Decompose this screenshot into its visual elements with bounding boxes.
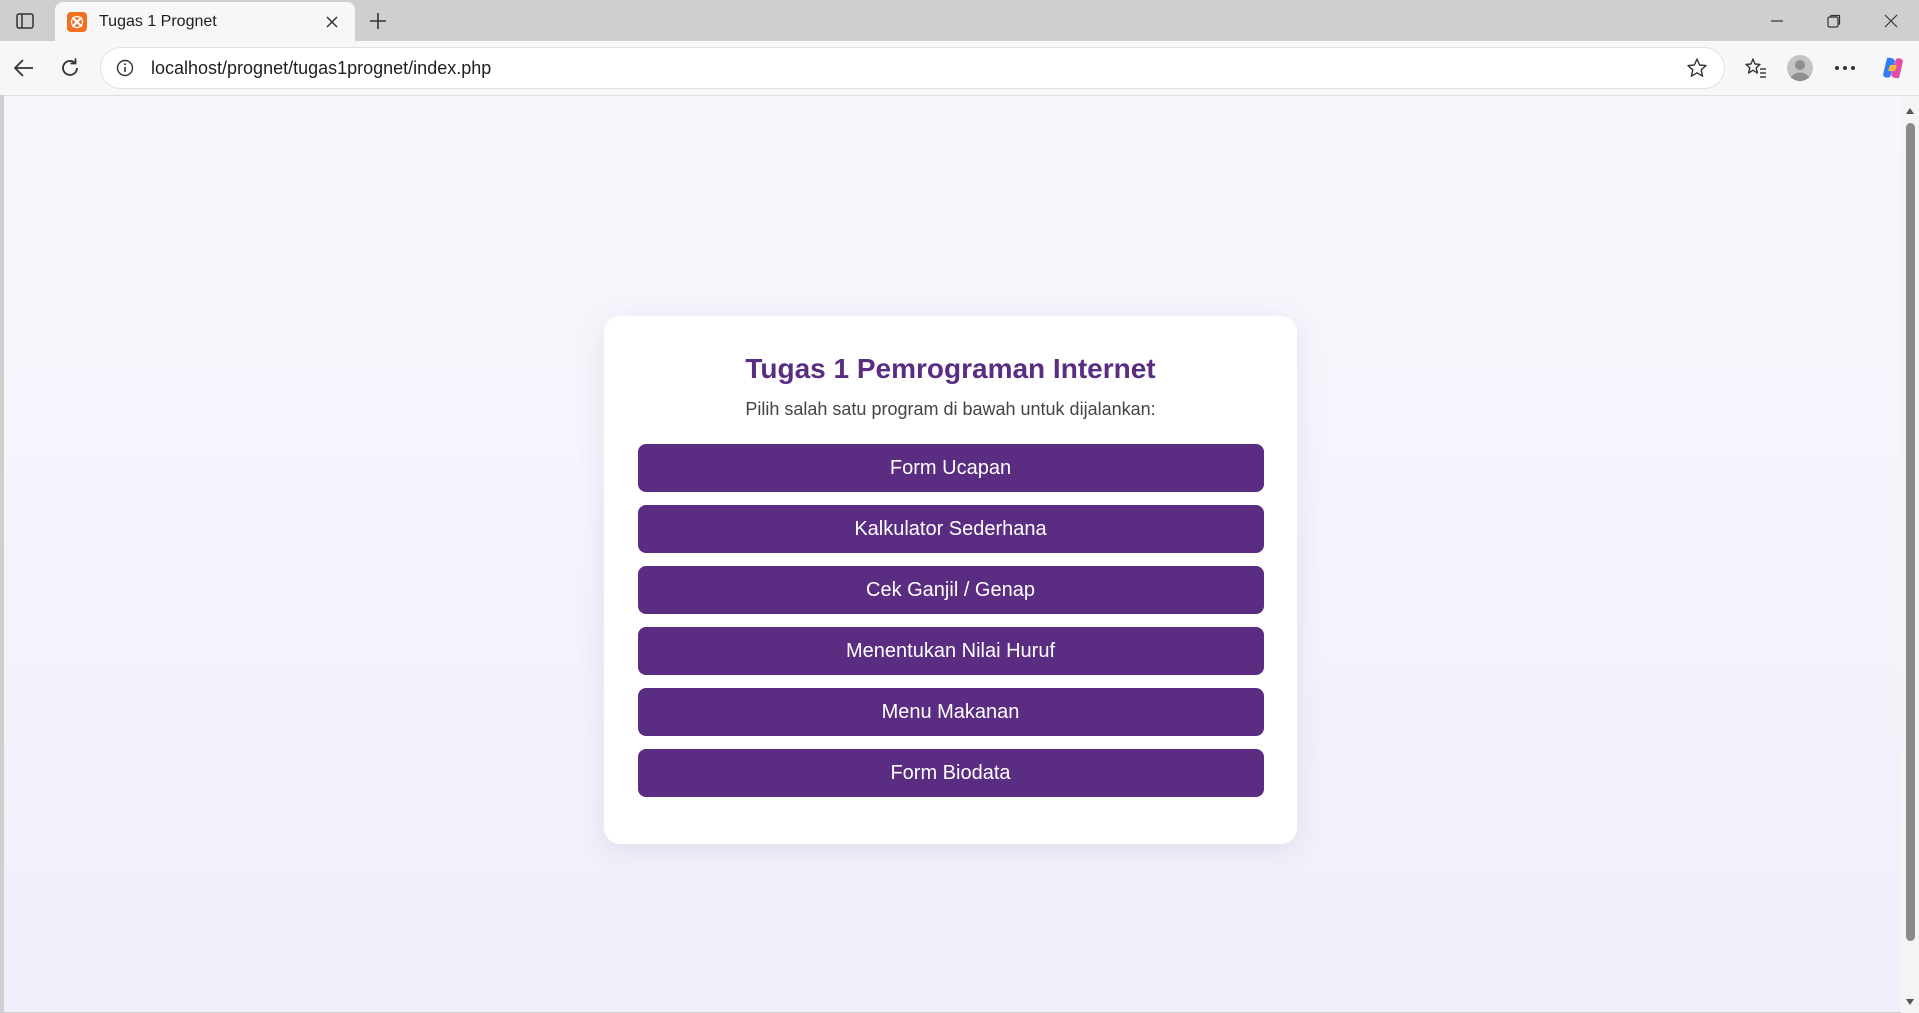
scroll-up-arrow-icon[interactable] <box>1901 102 1919 120</box>
close-tab-icon[interactable] <box>321 11 343 33</box>
restore-icon[interactable] <box>1805 0 1862 41</box>
program-button-list: Form Ucapan Kalkulator Sederhana Cek Gan… <box>604 444 1297 797</box>
kalkulator-sederhana-button[interactable]: Kalkulator Sederhana <box>637 505 1264 553</box>
page-title: Tugas 1 Pemrograman Internet <box>745 353 1156 384</box>
copilot-icon[interactable] <box>1877 52 1909 84</box>
scrollbar-thumb[interactable] <box>1906 123 1915 941</box>
minimize-icon[interactable] <box>1748 0 1805 41</box>
browser-window: Tugas 1 Prognet localhost/prognet/tugas1… <box>0 0 1919 1013</box>
back-arrow-icon[interactable] <box>8 52 40 84</box>
form-ucapan-button[interactable]: Form Ucapan <box>637 444 1264 492</box>
new-tab-icon[interactable] <box>364 7 392 35</box>
page-viewport: Tugas 1 Pemrograman Internet Pilih salah… <box>4 95 1919 1013</box>
tab-actions-icon[interactable] <box>10 8 40 34</box>
tab-title: Tugas 1 Prognet <box>99 12 217 30</box>
url-text[interactable]: localhost/prognet/tugas1prognet/index.ph… <box>151 58 1684 79</box>
star-icon[interactable] <box>1684 55 1710 81</box>
site-info-icon[interactable] <box>115 58 135 78</box>
refresh-icon[interactable] <box>54 52 86 84</box>
form-biodata-button[interactable]: Form Biodata <box>637 749 1264 797</box>
window-controls <box>1748 0 1919 41</box>
browser-toolbar: localhost/prognet/tugas1prognet/index.ph… <box>0 41 1919 95</box>
vertical-scrollbar[interactable] <box>1901 96 1919 1013</box>
menu-card: Tugas 1 Pemrograman Internet Pilih salah… <box>604 316 1297 844</box>
cek-ganjil-genap-button[interactable]: Cek Ganjil / Genap <box>637 566 1264 614</box>
page-subtitle: Pilih salah satu program di bawah untuk … <box>745 399 1156 419</box>
favorites-icon[interactable] <box>1740 52 1772 84</box>
tab-active[interactable]: Tugas 1 Prognet <box>55 2 355 41</box>
profile-avatar-icon[interactable] <box>1784 52 1816 84</box>
xampp-icon <box>67 11 87 32</box>
address-bar[interactable]: localhost/prognet/tugas1prognet/index.ph… <box>100 47 1725 89</box>
more-options-icon[interactable] <box>1829 52 1861 84</box>
scroll-down-arrow-icon[interactable] <box>1901 993 1919 1011</box>
close-window-icon[interactable] <box>1862 0 1919 41</box>
menu-makanan-button[interactable]: Menu Makanan <box>637 688 1264 736</box>
tab-strip: Tugas 1 Prognet <box>0 0 1919 41</box>
menentukan-nilai-huruf-button[interactable]: Menentukan Nilai Huruf <box>637 627 1264 675</box>
